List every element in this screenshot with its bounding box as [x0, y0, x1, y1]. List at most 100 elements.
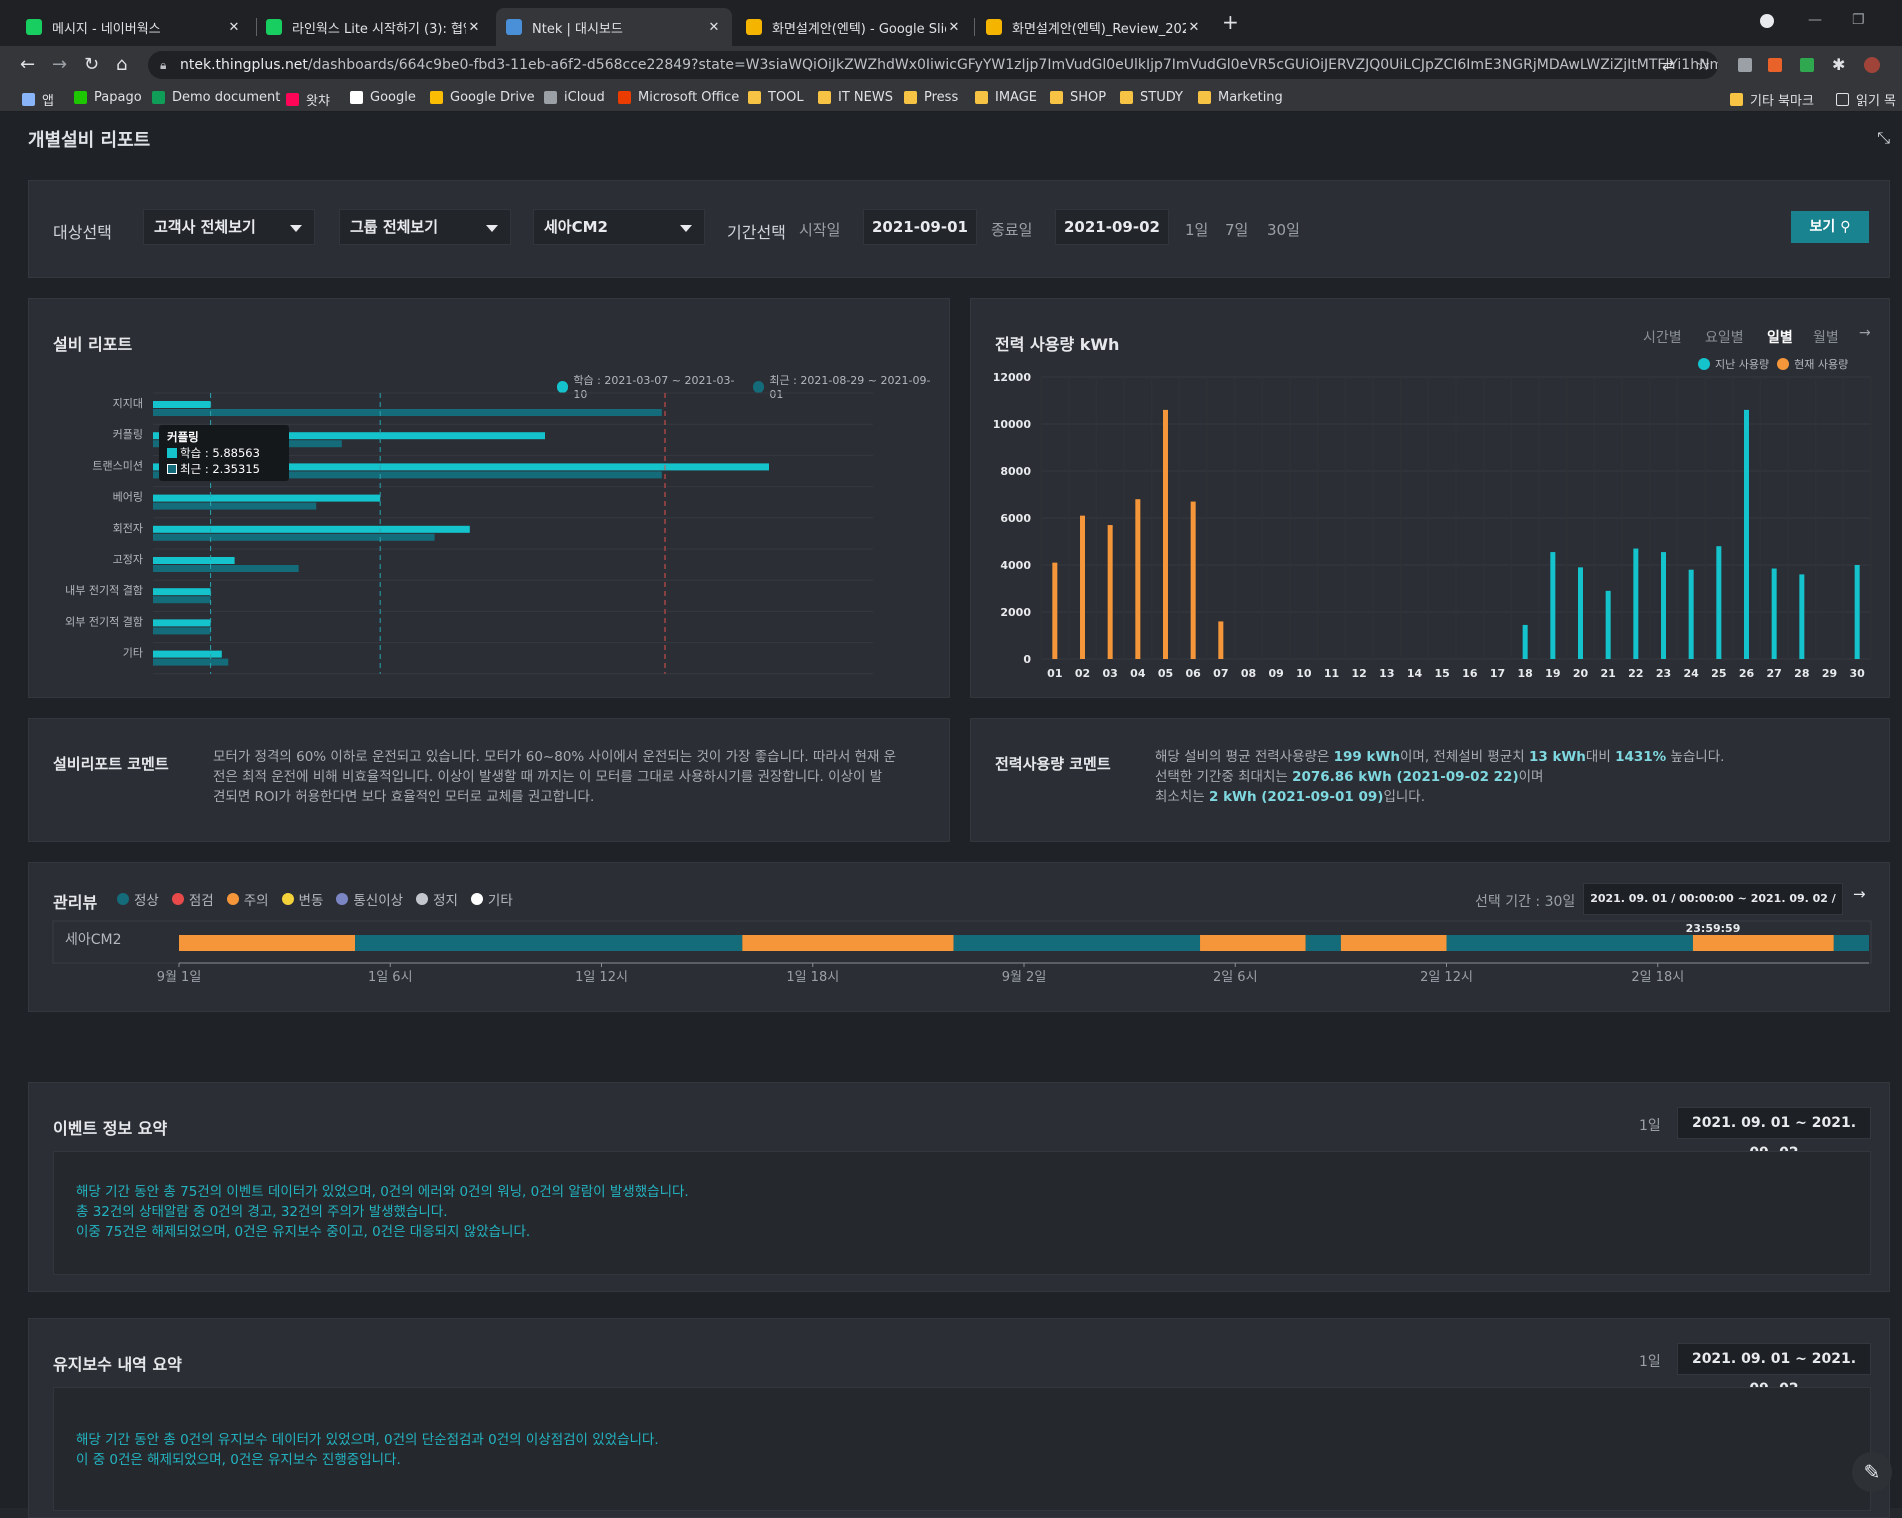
back-icon[interactable]: ← — [20, 55, 35, 75]
bookmark-item[interactable]: iCloud — [544, 90, 605, 105]
bookmark-item[interactable]: 왓챠 — [286, 90, 330, 109]
restore-icon[interactable]: ❐ — [1852, 12, 1865, 28]
extension-icon[interactable] — [1768, 58, 1782, 72]
device-select[interactable]: 세아CM2 — [533, 209, 705, 245]
quick-1day[interactable]: 1일 — [1185, 219, 1208, 240]
close-icon[interactable]: ✕ — [946, 20, 962, 35]
bookmark-item[interactable]: Microsoft Office — [618, 90, 739, 105]
bar-current — [1080, 515, 1085, 659]
power-bar-chart: 0 2000 4000 6000 8000 10000 12000 01 02 03 04 05 06 0… — [993, 371, 1872, 680]
browser-tab[interactable]: 화면설계안(엔텍) - Google Slide ✕ — [736, 8, 972, 46]
y-tick-label: 2000 — [1000, 606, 1031, 619]
bookmark-item[interactable]: Marketing — [1198, 90, 1283, 105]
y-tick-label: 12000 — [993, 371, 1032, 384]
y-tick-label: 0 — [1023, 653, 1031, 666]
reading-list-icon — [1836, 93, 1849, 106]
x-tick-label: 27 — [1767, 667, 1782, 680]
timeline-segment — [1692, 935, 1834, 951]
folder-icon — [1050, 91, 1063, 104]
event-summary-text: 해당 기간 동안 총 75건의 이벤트 데이터가 있었으며, 0건의 에러와 0… — [76, 1184, 689, 1240]
group-select[interactable]: 그룹 전체보기 — [339, 209, 511, 245]
bookmark-item[interactable]: STUDY — [1120, 90, 1183, 105]
bookmark-favicon-icon — [286, 93, 299, 106]
power-usage-panel: 전력 사용량 kWh 시간별 요일별 일별 월별 → 지난 사용량 현재 사용량 02… — [970, 298, 1890, 698]
bookmark-favicon-icon — [74, 91, 87, 104]
bookmark-item[interactable]: Google Drive — [430, 90, 535, 105]
close-icon[interactable]: ✕ — [706, 20, 722, 35]
browser-tab[interactable]: 메시지 - 네이버웍스 ✕ — [16, 8, 252, 46]
timeline-tick-label: 9월 2일 — [1002, 970, 1047, 985]
fullscreen-exit-icon[interactable]: ⤡ — [1877, 128, 1890, 148]
browser-tab[interactable]: 화면설계안(엔텍)_Review_20200 ✕ — [976, 8, 1212, 46]
browser-tab[interactable]: 라인웍스 Lite 시작하기 (3): 협업 ✕ — [256, 8, 492, 46]
bar-learn — [153, 588, 211, 596]
customer-select[interactable]: 고객사 전체보기 — [143, 209, 315, 245]
bookmark-item[interactable]: Papago — [74, 90, 142, 105]
bar-previous — [1661, 552, 1666, 659]
minimize-icon[interactable]: — — [1808, 12, 1822, 28]
puzzle-icon[interactable]: ✱ — [1832, 55, 1845, 75]
browser-tab-active[interactable]: Ntek | 대시보드 ✕ — [496, 8, 732, 46]
new-tab-icon[interactable]: + — [1222, 10, 1239, 34]
bar-current — [1190, 501, 1196, 659]
bookmark-item[interactable]: Demo document — [152, 90, 280, 105]
bar-learn — [153, 401, 211, 408]
close-icon[interactable]: ✕ — [466, 20, 482, 35]
bookmark-favicon-icon — [350, 91, 363, 104]
tab-title: 메시지 - 네이버웍스 — [52, 21, 161, 37]
tab-search-icon[interactable] — [1760, 14, 1774, 28]
home-icon[interactable]: ⌂ — [116, 55, 127, 75]
extension-icon[interactable] — [1738, 58, 1752, 72]
bookmark-star-icon[interactable]: ☆ — [1696, 55, 1710, 75]
bookmark-folder-other[interactable]: 기타 북마크 — [1730, 90, 1814, 109]
bookmark-item[interactable]: Google — [350, 90, 416, 105]
x-tick-label: 10 — [1296, 667, 1312, 680]
bookmark-label: IMAGE — [995, 90, 1038, 105]
tab-favicon-icon — [266, 19, 282, 35]
bookmark-label: STUDY — [1140, 90, 1183, 105]
bookmark-label: Papago — [94, 90, 142, 105]
close-icon[interactable]: ✕ — [226, 20, 242, 35]
bar-learn — [153, 650, 222, 658]
power-comment-panel: 전력사용량 코멘트 해당 설비의 평균 전력사용량은 199 kWh이며, 전체… — [970, 718, 1890, 842]
reading-list[interactable]: 읽기 목 — [1836, 90, 1896, 109]
forward-icon[interactable]: → — [52, 55, 67, 75]
bar-current — [1135, 499, 1141, 659]
timeline-tick-label: 2일 18시 — [1631, 970, 1684, 985]
profile-avatar[interactable] — [1864, 57, 1880, 73]
category-label: 트랜스미션 — [92, 459, 143, 472]
bar-previous — [1799, 574, 1805, 659]
end-date-input[interactable]: 2021-09-02 — [1055, 209, 1169, 245]
view-button[interactable]: 보기 ⚲ — [1791, 211, 1869, 243]
event-range[interactable]: 2021. 09. 01 ~ 2021. 09. 02 — [1677, 1107, 1871, 1161]
bar-previous — [1688, 569, 1694, 659]
filter-panel: 대상선택 고객사 전체보기 그룹 전체보기 세아CM2 기간선택 시작일 202… — [28, 180, 1890, 278]
edit-pencil-icon[interactable]: ✎ — [1852, 1452, 1892, 1492]
url-host: ntek.thingplus.net — [180, 57, 308, 73]
bookmark-favicon-icon — [152, 91, 165, 104]
maintenance-range[interactable]: 2021. 09. 01 ~ 2021. 09. 02 — [1677, 1343, 1871, 1397]
bookmark-item[interactable]: Press — [904, 90, 958, 105]
bookmark-item[interactable]: IT NEWS — [818, 90, 893, 105]
bookmark-item[interactable]: SHOP — [1050, 90, 1106, 105]
bookmark-item[interactable]: 앱 — [22, 90, 54, 109]
bar-recent — [153, 596, 211, 604]
x-tick-label: 15 — [1435, 667, 1450, 680]
reload-icon[interactable]: ↻ — [84, 55, 99, 75]
bookmark-item[interactable]: IMAGE — [975, 90, 1037, 105]
y-tick-label: 8000 — [1000, 465, 1031, 478]
bar-previous — [1578, 567, 1583, 659]
quick-30day[interactable]: 30일 — [1267, 219, 1300, 240]
category-label: 내부 전기적 결함 — [65, 584, 143, 597]
url-input[interactable]: 🔒︎ ntek.thingplus.net/dashboards/664c9be… — [148, 51, 1718, 79]
x-tick-label: 06 — [1186, 667, 1202, 680]
close-icon[interactable]: ✕ — [1186, 20, 1202, 35]
quick-7day[interactable]: 7일 — [1225, 219, 1248, 240]
extension-icon[interactable] — [1800, 58, 1814, 72]
bookmark-item[interactable]: TOOL — [748, 90, 804, 105]
status-timeline: 9월 1일 1일 6시 1일 12시 1일 18시 9월 2일 2일 6시 2일 12시 2일… — [52, 920, 1872, 985]
timeline-tick-label: 1일 12시 — [575, 970, 628, 985]
translate-icon[interactable]: ⇄ — [1662, 56, 1674, 76]
start-date-input[interactable]: 2021-09-01 — [863, 209, 977, 245]
bookmarks-bar: 앱 Papago Demo document 왓챠 Google Google Drive… — [0, 84, 1902, 112]
